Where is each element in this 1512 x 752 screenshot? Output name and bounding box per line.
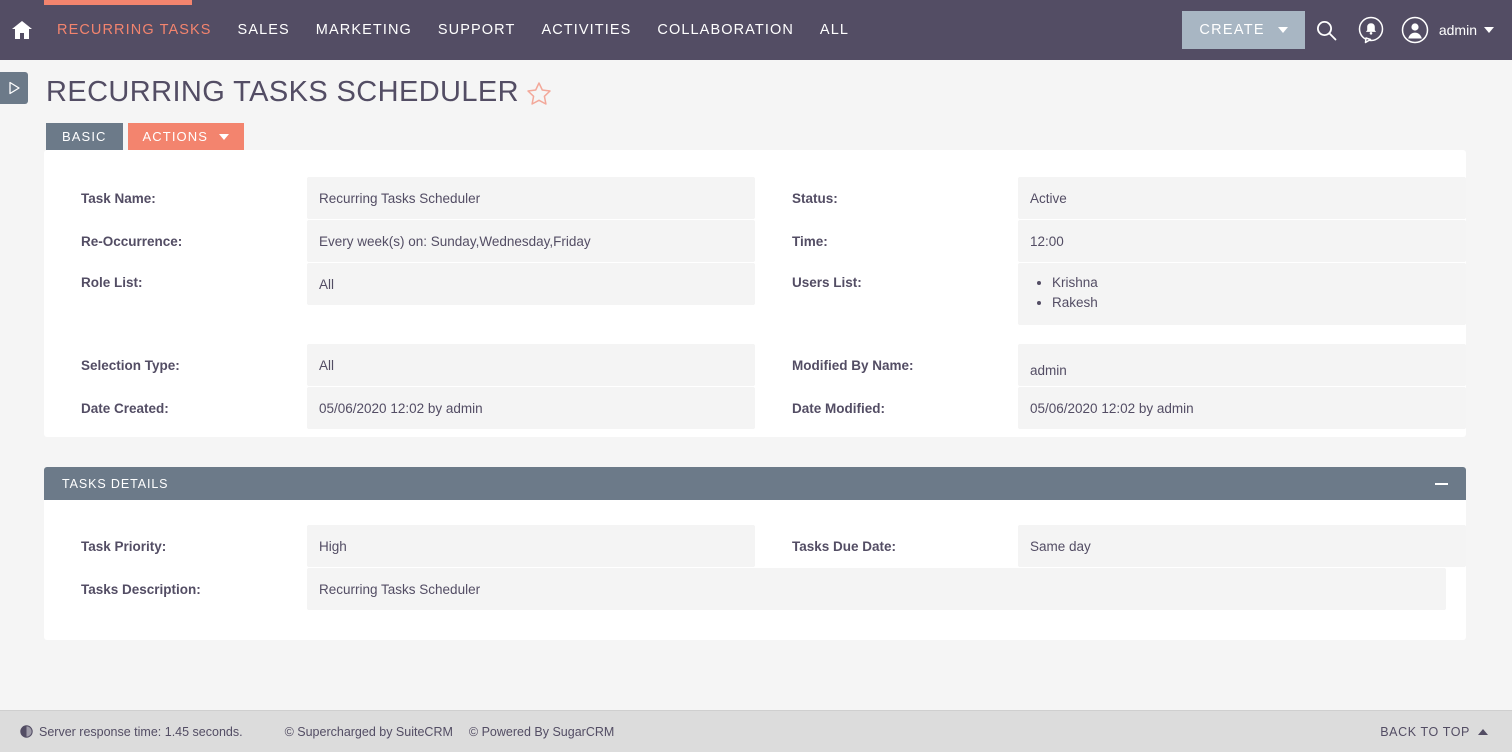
nav-label: Support [437, 22, 516, 38]
sugarcrm-link[interactable]: © Powered By SugarCRM [469, 725, 614, 739]
nav-label: Marketing [315, 22, 412, 38]
field-value-task-name: Recurring Tasks Scheduler [307, 177, 755, 219]
nav-right-controls: CREATE admin [1182, 0, 1512, 60]
field-value-users-list: Krishna Rakesh [1018, 263, 1466, 325]
page-title: Recurring Tasks Scheduler [46, 76, 520, 108]
field-value-tasks-description: Recurring Tasks Scheduler [307, 568, 1446, 610]
field-value-task-priority: High [307, 525, 755, 567]
star-outline-icon[interactable] [525, 80, 553, 108]
avatar-button[interactable] [1393, 0, 1437, 60]
detail-row: Task Name: Recurring Tasks Scheduler Sta… [44, 150, 1466, 219]
detail-row: Role List: All Users List: Krishna Rakes… [44, 262, 1466, 325]
chevron-down-icon [1277, 27, 1288, 33]
detail-row: Date Created: 05/06/2020 12:02 by admin … [44, 386, 1466, 429]
nav-item-collaboration[interactable]: Collaboration [644, 0, 807, 60]
detail-row: Tasks Description: Recurring Tasks Sched… [44, 567, 1466, 610]
basic-details-card: Task Name: Recurring Tasks Scheduler Sta… [44, 150, 1466, 437]
footer-links: © Supercharged by SuiteCRM © Powered By … [285, 725, 615, 739]
nav-item-activities[interactable]: Activities [528, 0, 644, 60]
nav-item-sales[interactable]: Sales [225, 0, 303, 60]
user-menu[interactable]: admin [1393, 0, 1502, 60]
field-label-users-list: Users List: [792, 275, 862, 290]
footer-response-time: Server response time: 1.45 seconds. [0, 725, 243, 739]
chevron-down-icon [219, 133, 229, 140]
field-value-tasks-due-date: Same day [1018, 525, 1466, 567]
field-value-role-list: All [307, 263, 755, 305]
search-icon [1317, 20, 1337, 40]
tab-row: BASIC ACTIONS [46, 123, 244, 150]
users-list: Krishna Rakesh [1018, 265, 1466, 321]
tab-actions-label: ACTIONS [142, 129, 208, 144]
minus-icon[interactable] [1435, 482, 1448, 485]
tab-basic-label: BASIC [62, 129, 107, 144]
tab-basic[interactable]: BASIC [46, 123, 123, 150]
nav-label: All [819, 22, 850, 38]
nav-item-recurring-tasks[interactable]: Recurring Tasks [44, 0, 225, 60]
field-label-status: Status: [792, 190, 838, 206]
detail-row: Re-Occurrence: Every week(s) on: Sunday,… [44, 219, 1466, 262]
detail-row: Selection Type: All Modified By Name: ad… [44, 344, 1466, 386]
nav-label: Collaboration [657, 22, 794, 38]
nav-item-marketing[interactable]: Marketing [303, 0, 425, 60]
field-value-modified-by-name: admin [1018, 344, 1466, 386]
field-label-re-occurrence: Re-Occurrence: [81, 233, 183, 249]
row-spacer [44, 325, 1466, 344]
back-to-top-label: BACK TO TOP [1380, 724, 1470, 739]
back-to-top-button[interactable]: BACK TO TOP [1380, 725, 1488, 739]
admin-username-label: admin [1438, 22, 1477, 38]
field-value-selection-type: All [307, 344, 755, 386]
create-button[interactable]: CREATE [1182, 11, 1305, 49]
server-response-time-text: Server response time: 1.45 seconds. [39, 724, 243, 739]
chevron-up-icon [1478, 728, 1488, 735]
footer: Server response time: 1.45 seconds. © Su… [0, 710, 1512, 752]
field-value-date-modified: 05/06/2020 12:02 by admin [1018, 387, 1466, 429]
notifications-button[interactable] [1349, 0, 1393, 60]
field-value-re-occurrence: Every week(s) on: Sunday,Wednesday,Frida… [307, 220, 755, 262]
field-value-status: Active [1018, 177, 1466, 219]
suitecrm-link[interactable]: © Supercharged by SuiteCRM [285, 725, 453, 739]
field-value-date-created: 05/06/2020 12:02 by admin [307, 387, 755, 429]
top-navigation-bar: Recurring Tasks Sales Marketing Support … [0, 0, 1512, 60]
notification-bell-icon [1358, 16, 1384, 44]
panel-title: TASKS DETAILS [62, 476, 169, 491]
field-value-time: 12:00 [1018, 220, 1466, 262]
sidebar-expand-toggle[interactable] [0, 72, 28, 104]
list-item: Rakesh [1037, 293, 1466, 313]
active-tab-indicator [44, 0, 192, 5]
search-button[interactable] [1305, 0, 1349, 60]
home-icon [12, 21, 32, 39]
field-label-tasks-description: Tasks Description: [81, 581, 201, 597]
field-label-time: Time: [792, 233, 828, 249]
nav-item-all[interactable]: All [807, 0, 862, 60]
chevron-down-icon [1484, 27, 1494, 33]
tab-actions[interactable]: ACTIONS [127, 123, 244, 150]
list-item: Krishna [1037, 273, 1466, 293]
create-button-label: CREATE [1199, 22, 1265, 38]
page-header: Recurring Tasks Scheduler [46, 70, 553, 114]
tasks-details-panel-header[interactable]: TASKS DETAILS [44, 467, 1466, 500]
nav-item-support[interactable]: Support [425, 0, 529, 60]
home-button[interactable] [0, 0, 44, 60]
clock-icon [20, 725, 33, 738]
field-label-modified-by-name: Modified By Name: [792, 357, 914, 373]
field-label-role-list: Role List: [81, 275, 143, 290]
nav-label: Sales [237, 22, 290, 38]
field-label-task-name: Task Name: [81, 190, 156, 206]
expand-sidebar-triangle-icon [8, 81, 20, 95]
nav-label: Activities [541, 22, 632, 38]
field-label-date-created: Date Created: [81, 400, 169, 416]
nav-label: Recurring Tasks [57, 22, 212, 38]
field-label-date-modified: Date Modified: [792, 400, 885, 416]
field-label-tasks-due-date: Tasks Due Date: [792, 538, 897, 554]
field-label-task-priority: Task Priority: [81, 538, 167, 554]
user-avatar-icon [1401, 16, 1429, 44]
field-label-selection-type: Selection Type: [81, 357, 180, 373]
nav-items: Recurring Tasks Sales Marketing Support … [44, 0, 862, 60]
